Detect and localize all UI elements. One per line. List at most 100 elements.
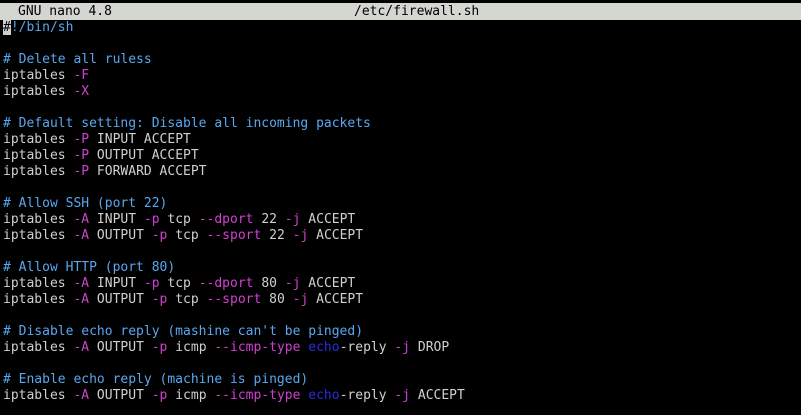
code-token: INPUT ACCEPT [89, 132, 191, 147]
editor-line[interactable] [3, 244, 799, 260]
code-token: INPUT [89, 212, 144, 227]
text-cursor: # [3, 20, 11, 35]
editor-line[interactable]: # Allow HTTP (port 80) [3, 260, 799, 276]
editor-line[interactable]: iptables -F [3, 68, 799, 84]
code-token: -X [73, 84, 90, 99]
editor-line[interactable]: iptables -A OUTPUT -p icmp --icmp-type e… [3, 388, 799, 404]
code-token: -p [151, 388, 168, 403]
code-token: ACCEPT [300, 212, 356, 227]
code-token: -A [73, 276, 90, 291]
code-token: -A [73, 292, 90, 307]
editor-line[interactable] [3, 308, 799, 324]
code-token: ACCEPT [308, 292, 364, 307]
code-token: # Allow SSH (port 22) [3, 196, 168, 211]
code-token: echo [308, 388, 340, 403]
code-token: -j [394, 388, 411, 403]
code-token: 22 [253, 212, 285, 227]
editor-line[interactable]: iptables -P INPUT ACCEPT [3, 132, 799, 148]
editor-line[interactable]: iptables -A OUTPUT -p icmp --icmp-type e… [3, 340, 799, 356]
editor-line[interactable]: iptables -P OUTPUT ACCEPT [3, 148, 799, 164]
code-token: # Allow HTTP (port 80) [3, 260, 176, 275]
code-token: # Default setting: Disable all incoming … [3, 116, 371, 131]
code-token: tcp [159, 212, 199, 227]
nano-title-bar: GNU nano 4.8 /etc/firewall.sh [0, 3, 801, 20]
editor-version: GNU nano 4.8 [18, 4, 112, 19]
code-token: tcp [159, 276, 199, 291]
editor-line[interactable]: # Default setting: Disable all incoming … [3, 116, 799, 132]
code-token: -j [292, 292, 309, 307]
code-token: OUTPUT [89, 340, 152, 355]
code-token: iptables [3, 164, 74, 179]
editor-line[interactable]: # Allow SSH (port 22) [3, 196, 799, 212]
editor-line[interactable] [3, 180, 799, 196]
code-token: ACCEPT [308, 228, 364, 243]
code-token: iptables [3, 212, 74, 227]
code-token: -A [73, 388, 90, 403]
code-token: ACCEPT [300, 276, 356, 291]
code-token: -p [151, 228, 168, 243]
editor-line[interactable]: iptables -A OUTPUT -p tcp --sport 80 -j … [3, 292, 799, 308]
code-token: -P [73, 164, 90, 179]
code-token: -p [143, 212, 160, 227]
code-token: icmp [167, 388, 215, 403]
editor-line[interactable]: iptables -X [3, 84, 799, 100]
code-token: -reply [339, 340, 395, 355]
code-token: # Disable echo reply (mashine can't be p… [3, 324, 364, 339]
code-token: -A [73, 228, 90, 243]
editor-line[interactable]: iptables -A OUTPUT -p tcp --sport 22 -j … [3, 228, 799, 244]
editor-line[interactable] [3, 36, 799, 52]
code-token: OUTPUT ACCEPT [89, 148, 199, 163]
code-token: iptables [3, 68, 74, 83]
code-token: iptables [3, 84, 74, 99]
editor-line[interactable]: iptables -A INPUT -p tcp --dport 80 -j A… [3, 276, 799, 292]
code-token: --dport [198, 212, 254, 227]
editor-line[interactable]: iptables -P FORWARD ACCEPT [3, 164, 799, 180]
code-token: -P [73, 132, 90, 147]
editor-line[interactable]: # Enable echo reply (machine is pinged) [3, 372, 799, 388]
code-token: -A [73, 212, 90, 227]
code-token: 80 [261, 292, 293, 307]
code-token: --sport [206, 228, 262, 243]
code-token: tcp [167, 228, 207, 243]
code-token: OUTPUT [89, 292, 152, 307]
editor-line[interactable] [3, 100, 799, 116]
code-token: iptables [3, 388, 74, 403]
code-token: -p [151, 292, 168, 307]
code-token: 80 [253, 276, 285, 291]
code-token: OUTPUT [89, 228, 152, 243]
code-token: iptables [3, 132, 74, 147]
code-token: -A [73, 340, 90, 355]
code-token: iptables [3, 228, 74, 243]
code-token: --icmp-type [214, 340, 301, 355]
code-token: -j [284, 212, 301, 227]
editor-line[interactable]: # Disable echo reply (mashine can't be p… [3, 324, 799, 340]
code-token: iptables [3, 292, 74, 307]
code-token: # Delete all ruless [3, 52, 152, 67]
code-token: iptables [3, 148, 74, 163]
code-token: -reply [339, 388, 395, 403]
code-token: INPUT [89, 276, 144, 291]
code-token: -j [292, 228, 309, 243]
code-token: -P [73, 148, 90, 163]
code-token: icmp [167, 340, 215, 355]
code-token: FORWARD ACCEPT [89, 164, 207, 179]
code-token: # Enable echo reply (machine is pinged) [3, 372, 309, 387]
code-token: iptables [3, 340, 74, 355]
code-token: echo [308, 340, 340, 355]
code-token: tcp [167, 292, 207, 307]
editor-text-area[interactable]: #!/bin/sh # Delete all ruless iptables -F i… [3, 20, 799, 414]
code-token: iptables [3, 276, 74, 291]
editor-line[interactable] [3, 356, 799, 372]
code-token: -j [394, 340, 411, 355]
code-token: -F [73, 68, 90, 83]
code-token: --sport [206, 292, 262, 307]
code-token: 22 [261, 228, 293, 243]
code-token: --icmp-type [214, 388, 301, 403]
editor-line[interactable]: #!/bin/sh [3, 20, 799, 36]
editor-line[interactable]: # Delete all ruless [3, 52, 799, 68]
code-token: -p [143, 276, 160, 291]
code-token: --dport [198, 276, 254, 291]
file-name: /etc/firewall.sh [354, 4, 480, 19]
editor-line[interactable]: iptables -A INPUT -p tcp --dport 22 -j A… [3, 212, 799, 228]
code-token: -j [284, 276, 301, 291]
